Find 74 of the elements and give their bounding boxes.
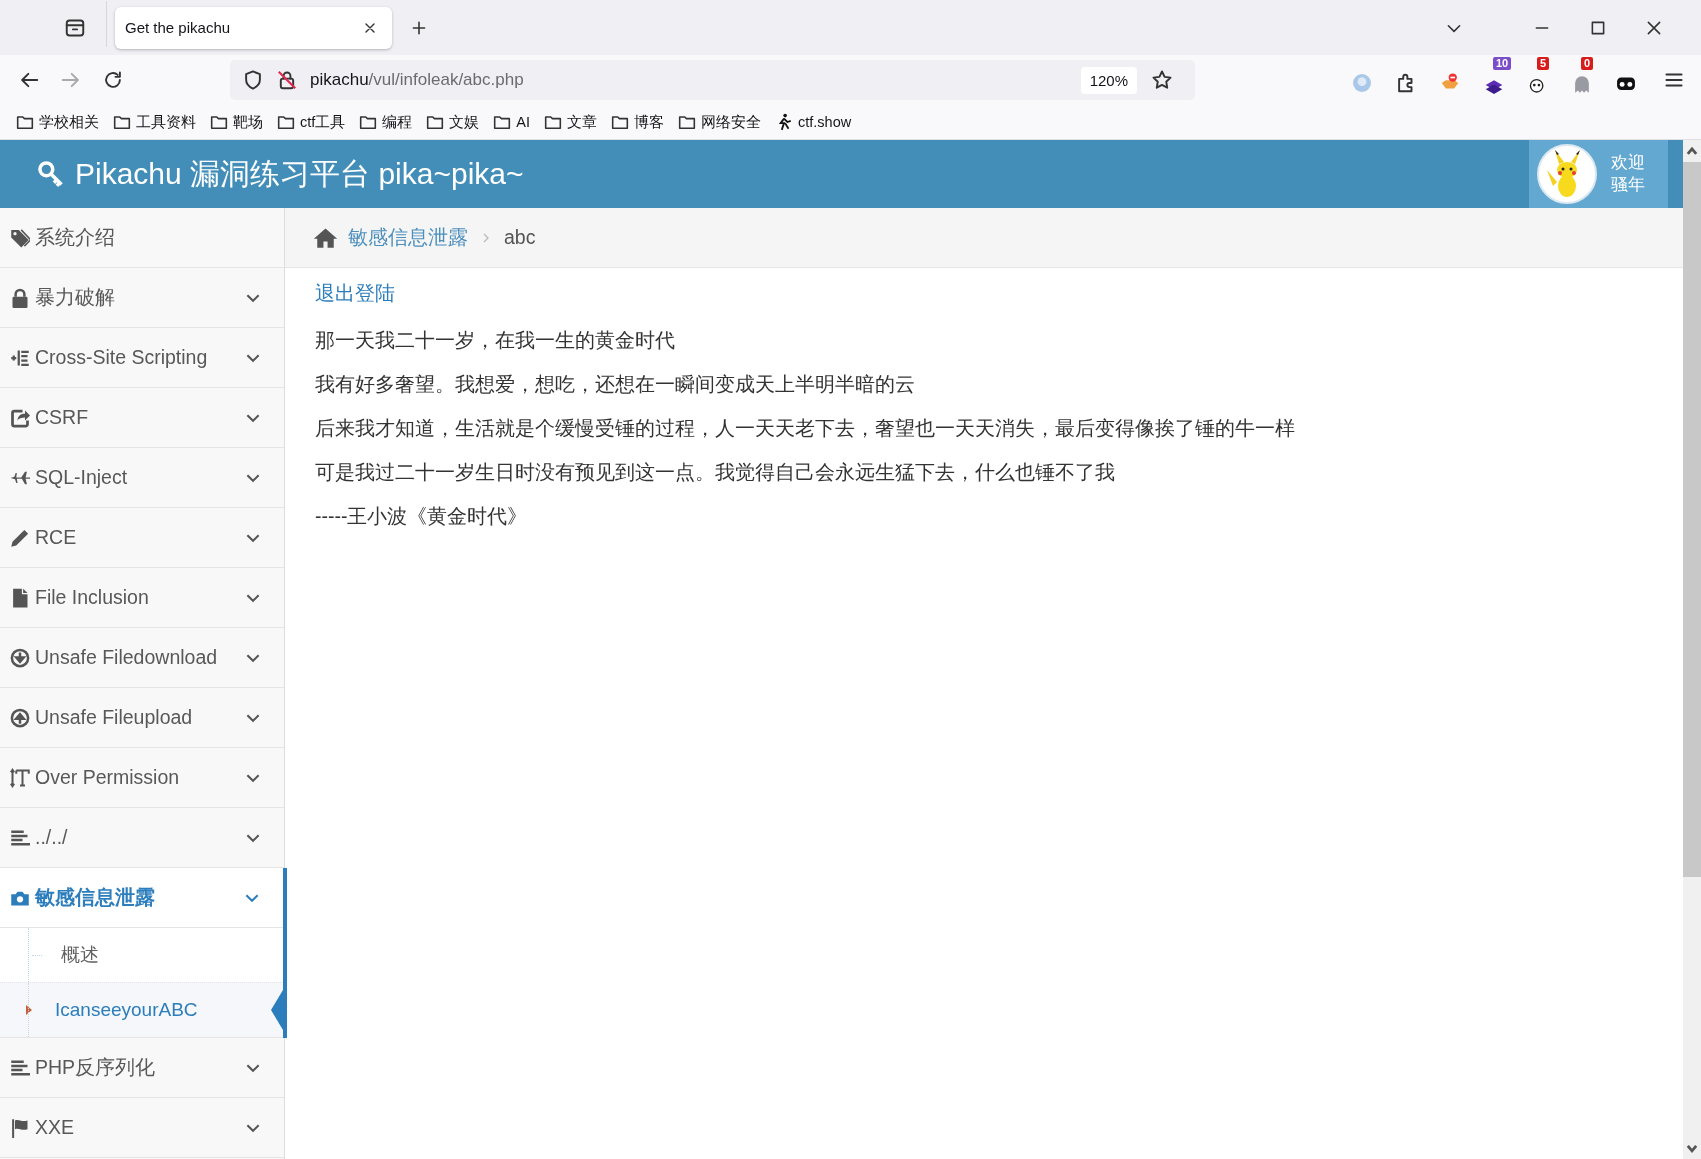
sidebar-item[interactable]: CSRF (0, 388, 284, 448)
breadcrumb-current: abc (504, 226, 536, 249)
count-badge: 10 (1493, 57, 1512, 70)
bookmark[interactable]: 编程 (359, 112, 413, 132)
welcome-text: 骚年 (1611, 174, 1645, 196)
tag-icon (10, 227, 30, 248)
count-badge: 5 (1537, 57, 1550, 70)
sidebar-item[interactable]: Cross-Site Scripting (0, 328, 284, 388)
folder-icon (678, 113, 696, 131)
scrollbar[interactable] (1683, 140, 1701, 1159)
bookmark[interactable]: ctf工具 (277, 112, 346, 132)
sidebar-item[interactable]: Unsafe Filedownload (0, 628, 284, 688)
cartoon-avatar (1537, 144, 1597, 204)
pencil-icon (10, 527, 30, 548)
welcome-text: 欢迎 (1611, 152, 1645, 174)
site-title[interactable]: Pikachu 漏洞练习平台 pika~pika~ (75, 153, 524, 195)
folder-icon (611, 113, 629, 131)
poem-line: 可是我过二十一岁生日时没有预见到这一点。我觉得自己会永远生猛下去，什么也锤不了我 (315, 461, 1116, 483)
caret-right-icon (26, 1005, 32, 1015)
poem-line: 我有好多奢望。我想爱，想吃，还想在一瞬间变成天上半明半暗的云 (315, 373, 916, 395)
bookmark[interactable]: 学校相关 (16, 112, 99, 132)
poem-line: 那一天我二十一岁，在我一生的黄金时代 (315, 329, 676, 351)
sidebar-item[interactable]: XXE (0, 1098, 284, 1158)
reload-icon[interactable] (102, 69, 124, 91)
bookmark-star-icon[interactable] (1151, 69, 1173, 91)
sidebar-item[interactable]: SQL-Inject (0, 448, 284, 508)
tab-list-icon[interactable] (64, 16, 86, 39)
poem-line: -----王小波《黄金时代》 (315, 505, 529, 527)
zoom-level-button[interactable]: 120% (1080, 66, 1137, 94)
sidebar-item[interactable]: RCE (0, 508, 284, 568)
flag-icon (10, 1117, 30, 1138)
sidebar-item[interactable]: File Inclusion (0, 568, 284, 628)
upload-icon (10, 707, 30, 728)
scrollbar-thumb[interactable] (1683, 162, 1701, 877)
url-text[interactable]: pikachu/vul/infoleak/abc.php (310, 70, 524, 90)
sidebar-item[interactable]: 系统介绍 (0, 208, 284, 268)
folder-icon (113, 113, 131, 131)
share-icon (10, 407, 30, 428)
bookmark[interactable]: 工具资料 (113, 112, 196, 132)
key-icon (37, 160, 65, 188)
tab-title: Get the pikachu (125, 19, 232, 36)
sidebar-item[interactable]: Unsafe Fileupload (0, 688, 284, 748)
insecure-lock-icon[interactable] (276, 69, 298, 91)
sidebar-item[interactable]: Over Permission (0, 748, 284, 808)
folder-icon (16, 113, 34, 131)
chevron-right-icon (482, 231, 490, 244)
text-height-icon (10, 767, 30, 788)
address-bar[interactable]: pikachu/vul/infoleak/abc.php 120% (230, 60, 1195, 100)
folder-icon (277, 113, 295, 131)
bookmark[interactable]: 博客 (611, 112, 664, 132)
sidebar-item[interactable]: PHP反序列化 (0, 1038, 284, 1098)
bookmark[interactable]: 网络安全 (678, 112, 761, 132)
shield-icon[interactable] (242, 69, 264, 91)
folder-icon (210, 113, 228, 131)
logout-link[interactable]: 退出登陆 (315, 280, 395, 307)
bookmark[interactable]: ctf.show (775, 113, 852, 131)
browser-tab[interactable]: Get the pikachu (115, 6, 392, 49)
bookmark[interactable]: AI (493, 113, 530, 131)
folder-icon (359, 113, 378, 131)
bookmark[interactable]: 靶场 (210, 112, 263, 132)
lock-icon (10, 287, 30, 308)
download-icon (10, 647, 30, 668)
bookmark[interactable]: 文章 (544, 112, 597, 132)
submenu-item[interactable]: IcanseeyourABC (0, 982, 283, 1037)
count-badge: 0 (1581, 57, 1594, 70)
bookmark[interactable]: 文娱 (426, 112, 480, 132)
folder-icon (493, 113, 512, 131)
folder-icon (426, 113, 445, 131)
poem-line: 后来我才知道，生活就是个缓慢受锤的过程，人一天天老下去，奢望也一天天消失，最后变得像挨了锤的牛一样 (315, 417, 1296, 439)
home-icon[interactable] (313, 226, 338, 249)
active-pointer-icon (271, 990, 283, 1030)
sidebar-item[interactable]: 暴力破解 (0, 268, 284, 328)
file-icon (10, 587, 30, 608)
folder-icon (544, 113, 562, 131)
